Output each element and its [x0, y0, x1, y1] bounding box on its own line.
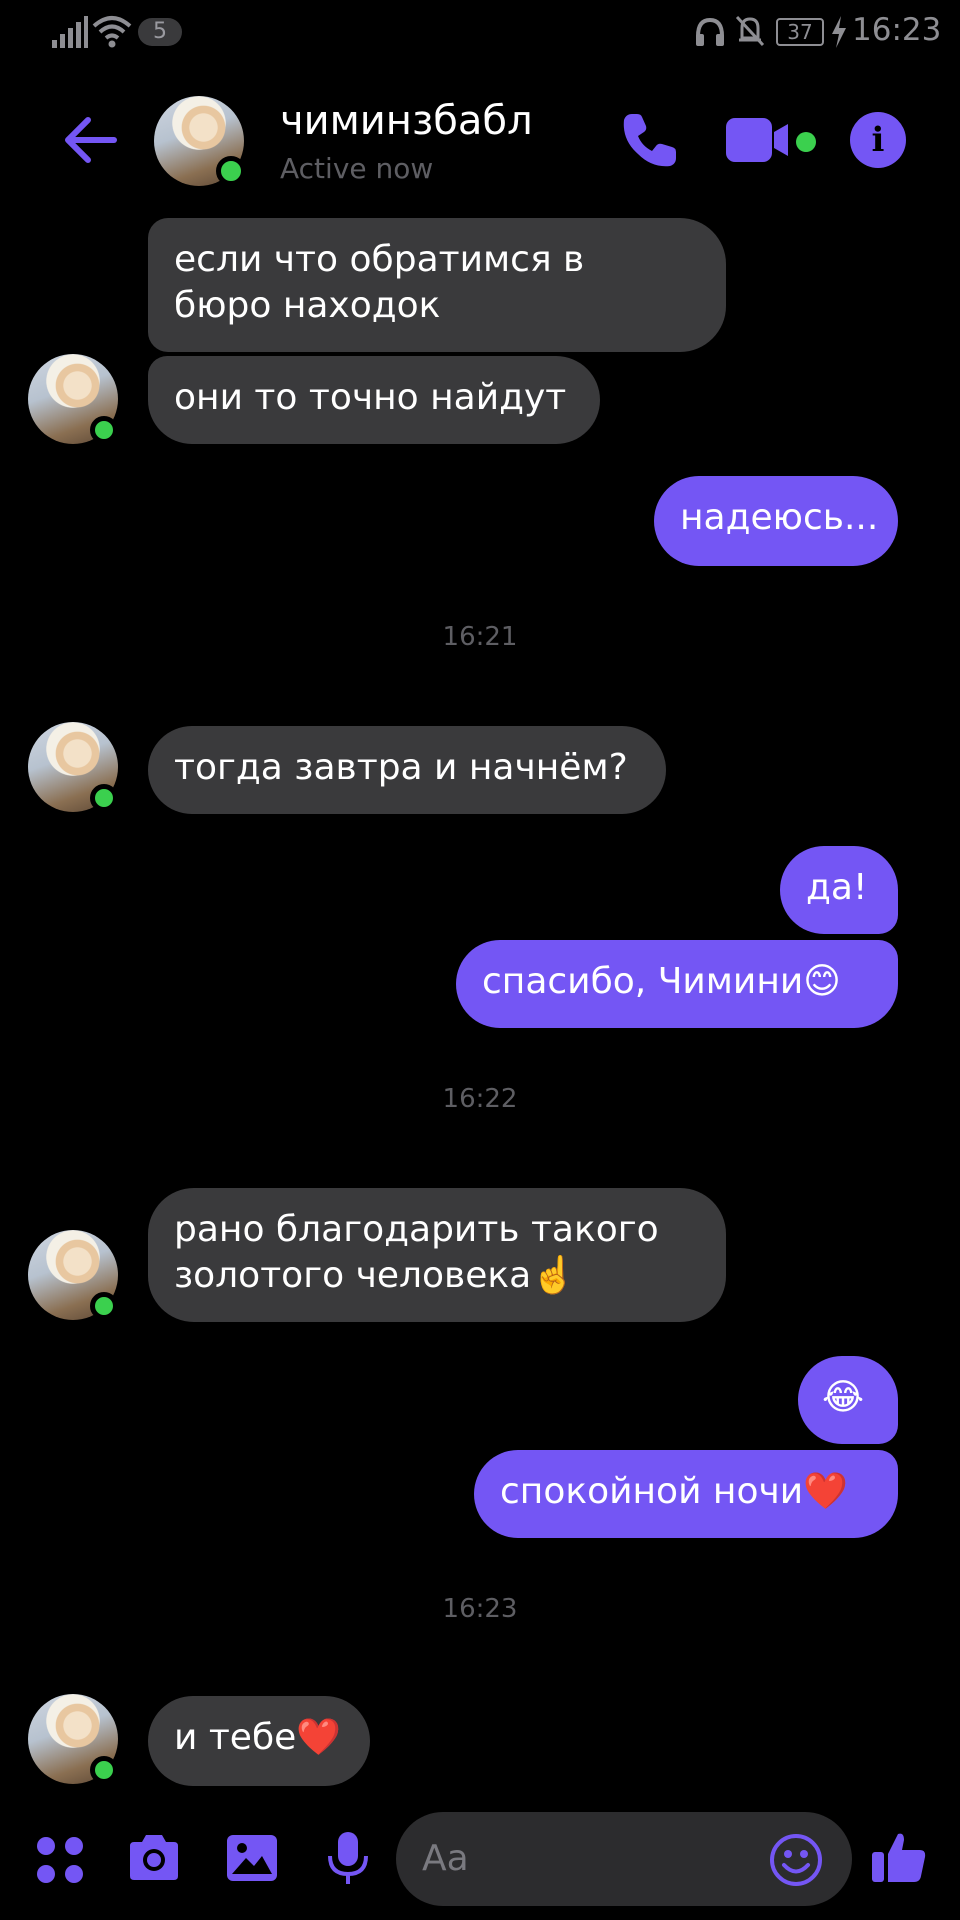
microphone-icon[interactable] [320, 1830, 376, 1886]
phone-icon[interactable] [618, 110, 680, 172]
battery-level: 37 [776, 18, 824, 46]
online-indicator [216, 156, 246, 186]
online-indicator [90, 1756, 118, 1784]
headphones-icon [696, 17, 724, 46]
message-line: если что обратимся в [174, 239, 585, 280]
timestamp: 16:23 [442, 1594, 518, 1624]
online-indicator [90, 416, 118, 444]
timestamp: 16:22 [442, 1084, 518, 1114]
message-outgoing[interactable]: да! [780, 846, 898, 934]
online-indicator [90, 1292, 118, 1320]
camera-icon[interactable] [126, 1830, 182, 1886]
status-time: 16:23 [852, 12, 942, 48]
menu-dots-icon[interactable] [32, 1832, 88, 1888]
message-line: золотого человека☝️ [174, 1255, 577, 1296]
message-incoming[interactable]: они то точно найдут [148, 356, 600, 444]
wifi-icon [92, 16, 132, 48]
thumbs-up-icon[interactable] [870, 1828, 928, 1886]
message-outgoing[interactable]: спасибо, Чимини😊 [456, 940, 898, 1028]
video-active-dot [796, 132, 816, 152]
message-incoming[interactable]: и тебе❤️ [148, 1696, 370, 1786]
sim-badge: 5 [138, 18, 182, 46]
video-camera-icon[interactable] [724, 114, 800, 166]
timestamp: 16:21 [442, 622, 518, 652]
info-icon[interactable]: i [850, 112, 906, 168]
message-line: рано благодарить такого [174, 1209, 659, 1250]
message-incoming[interactable]: тогда завтра и начнём? [148, 726, 666, 814]
contact-status: Active now [280, 152, 434, 185]
message-incoming[interactable]: рано благодарить такого золотого человек… [148, 1188, 726, 1322]
charging-icon [832, 16, 846, 48]
message-line: бюро находок [174, 285, 441, 326]
message-incoming[interactable]: если что обратимся в бюро находок [148, 218, 726, 352]
muted-bell-icon [735, 15, 765, 47]
back-arrow-icon[interactable] [62, 112, 118, 168]
contact-name[interactable]: чиминзбабл [280, 98, 533, 144]
message-outgoing[interactable]: спокойной ночи❤️ [474, 1450, 898, 1538]
signal-icon [52, 16, 88, 48]
gallery-icon[interactable] [224, 1830, 280, 1886]
emoji-icon[interactable] [768, 1832, 824, 1888]
status-bar: 5 37 16:23 [0, 0, 960, 66]
online-indicator [90, 784, 118, 812]
message-outgoing[interactable]: 😂 [798, 1356, 898, 1444]
message-outgoing[interactable]: надеюсь... [654, 476, 898, 566]
message-input-placeholder: Aa [422, 1838, 469, 1879]
